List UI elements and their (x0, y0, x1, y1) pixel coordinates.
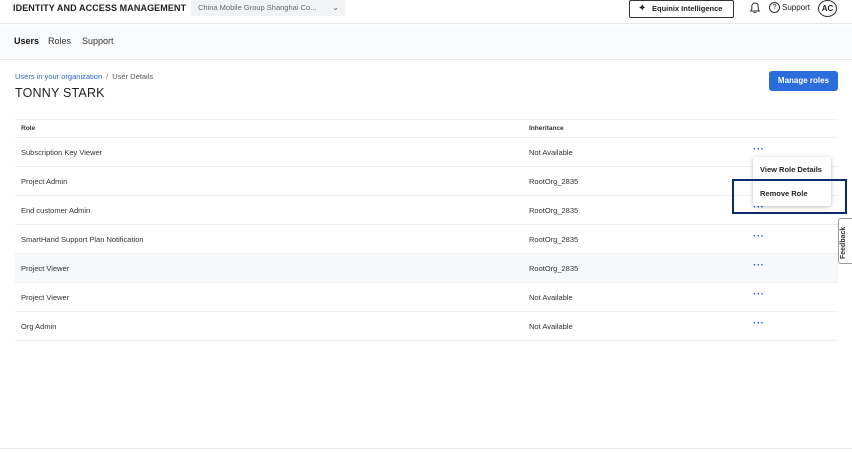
bottom-divider (0, 448, 852, 449)
table-header: Role Inheritance (15, 119, 838, 138)
avatar[interactable]: AC (818, 0, 837, 17)
chevron-down-icon: ⌄ (332, 3, 339, 12)
tab-roles[interactable]: Roles (48, 36, 71, 46)
row-actions-icon[interactable]: ··· (753, 260, 765, 271)
table-row: End customer Admin RootOrg_2835 ··· (15, 196, 838, 225)
inheritance-value: RootOrg_2835 (529, 206, 579, 215)
table-row: Subscription Key Viewer Not Available ··… (15, 138, 838, 167)
equinix-intelligence-label: Equinix Intelligence (652, 4, 723, 13)
inheritance-value: RootOrg_2835 (529, 264, 579, 273)
org-selector[interactable]: China Mobile Group Shanghai Co... ⌄ (191, 0, 345, 16)
support-label: Support (782, 3, 811, 12)
nav-tabs: Users Roles Support (0, 25, 852, 60)
role-name: End customer Admin (21, 206, 91, 215)
roles-table: Role Inheritance Subscription Key Viewer… (15, 119, 838, 341)
inheritance-value: RootOrg_2835 (529, 235, 579, 244)
page-title: TONNY STARK (15, 86, 105, 100)
bell-icon[interactable] (748, 1, 762, 15)
role-name: Project Viewer (21, 293, 70, 302)
feedback-label: Feedback (840, 226, 847, 259)
row-actions-icon[interactable]: ··· (753, 318, 765, 329)
inheritance-value: RootOrg_2835 (529, 177, 579, 186)
org-selector-value: China Mobile Group Shanghai Co... (198, 3, 317, 12)
inheritance-value: Not Available (529, 293, 573, 302)
top-bar: IDENTITY AND ACCESS MANAGEMENT China Mob… (0, 0, 852, 24)
role-name: SmartHand Support Plan Notification (21, 235, 144, 244)
manage-roles-button[interactable]: Manage roles (769, 71, 838, 91)
role-name: Project Admin (21, 177, 68, 186)
feedback-tab[interactable]: Feedback (838, 218, 852, 264)
table-row: SmartHand Support Plan Notification Root… (15, 225, 838, 254)
column-header-role: Role (21, 125, 36, 132)
table-row: Org Admin Not Available ··· (15, 312, 838, 341)
breadcrumb-separator: / (106, 72, 109, 81)
help-icon: ? (769, 2, 780, 14)
inheritance-value: Not Available (529, 322, 573, 331)
view-role-details-item[interactable]: View Role Details (760, 165, 822, 174)
app-title: IDENTITY AND ACCESS MANAGEMENT (13, 3, 187, 13)
sparkle-icon: ✦ (638, 3, 647, 14)
table-row: Project Viewer RootOrg_2835 ··· (15, 254, 838, 283)
inheritance-value: Not Available (529, 148, 573, 157)
table-row: Project Admin RootOrg_2835 (15, 167, 838, 196)
highlight-box (732, 179, 847, 214)
tab-users[interactable]: Users (14, 36, 39, 46)
row-actions-icon[interactable]: ··· (753, 289, 765, 300)
breadcrumb: Users in your organization / User Details (15, 72, 153, 81)
breadcrumb-current: User Details (112, 72, 154, 81)
equinix-intelligence-button[interactable]: ✦ Equinix Intelligence (629, 0, 734, 18)
role-name: Org Admin (21, 322, 57, 331)
row-actions-icon[interactable]: ··· (753, 231, 765, 242)
role-name: Project Viewer (21, 264, 70, 273)
tab-support[interactable]: Support (82, 36, 114, 46)
support-link[interactable]: ? Support (769, 1, 810, 15)
breadcrumb-users-link[interactable]: Users in your organization (15, 72, 102, 81)
role-name: Subscription Key Viewer (21, 148, 103, 157)
table-row: Project Viewer Not Available ··· (15, 283, 838, 312)
column-header-inheritance: Inheritance (529, 125, 564, 132)
row-actions-icon[interactable]: ··· (753, 144, 765, 155)
